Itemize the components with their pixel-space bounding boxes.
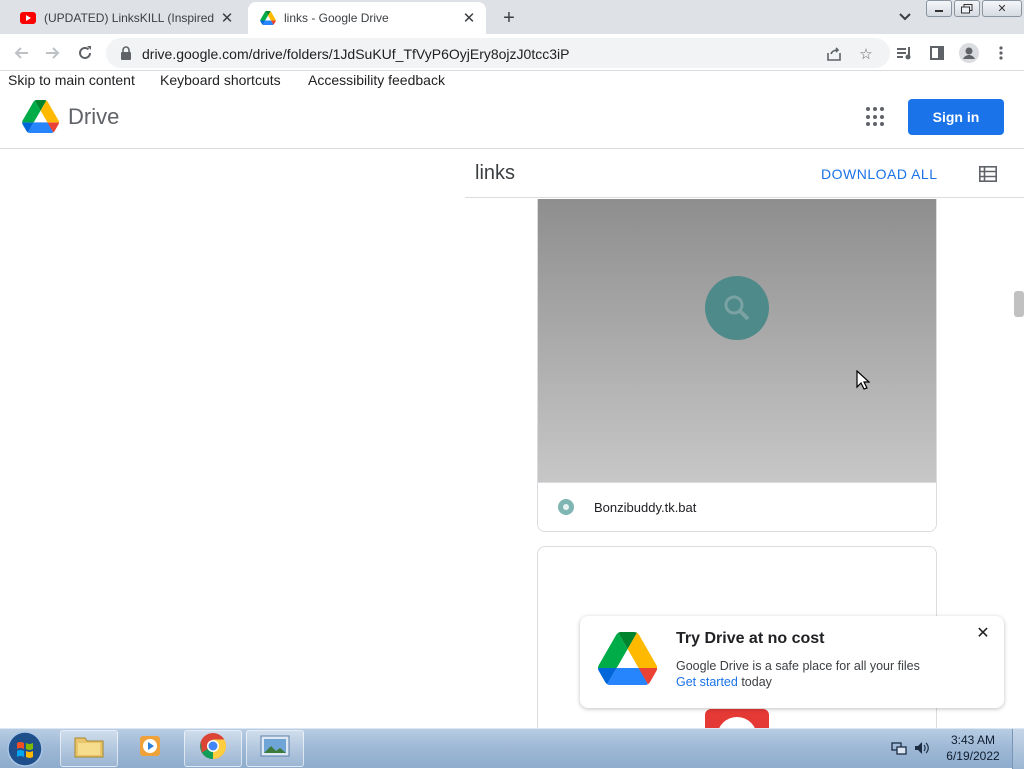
media-control-icon[interactable]: [894, 42, 916, 64]
reload-icon[interactable]: [72, 40, 98, 66]
bookmark-star-icon[interactable]: ☆: [856, 44, 876, 64]
list-view-icon[interactable]: [979, 166, 997, 182]
google-drive-logo: [598, 632, 658, 690]
promo-text: Google Drive is a safe place for all you…: [676, 659, 920, 673]
tab-search-chevron-icon[interactable]: [894, 8, 916, 26]
side-panel-icon[interactable]: [926, 42, 948, 64]
accessibility-feedback-link[interactable]: Accessibility feedback: [308, 72, 445, 88]
windows-taskbar: 3:43 AM 6/19/2022: [0, 728, 1024, 769]
search-icon: [705, 276, 769, 340]
skip-to-main-link[interactable]: Skip to main content: [8, 72, 135, 88]
profile-avatar-icon[interactable]: [958, 42, 980, 64]
file-name-row[interactable]: Bonzibuddy.tk.bat: [538, 482, 936, 531]
media-player-taskbar-button[interactable]: [122, 730, 180, 767]
back-arrow-icon[interactable]: [8, 40, 34, 66]
browser-toolbar: drive.google.com/drive/folders/1JdSuKUf_…: [0, 34, 1024, 71]
network-icon[interactable]: [891, 741, 907, 755]
chrome-menu-icon[interactable]: [990, 42, 1012, 64]
window-controls: ✕: [926, 0, 1024, 18]
file-name[interactable]: Bonzibuddy.tk.bat: [594, 500, 696, 515]
clock-time: 3:43 AM: [950, 733, 996, 747]
image-viewer-taskbar-button[interactable]: [246, 730, 304, 767]
folder-icon: [74, 734, 104, 763]
tab-youtube[interactable]: (UPDATED) LinksKILL (Inspired By ✕: [8, 2, 244, 34]
close-tab-icon[interactable]: ✕: [216, 7, 238, 29]
scrollbar-thumb[interactable]: [1014, 291, 1024, 317]
tab-title: (UPDATED) LinksKILL (Inspired By: [44, 11, 216, 25]
keyboard-shortcuts-link[interactable]: Keyboard shortcuts: [160, 72, 281, 88]
file-type-icon: [558, 499, 574, 515]
folder-title: links: [475, 162, 516, 184]
clock-date: 6/19/2022: [946, 749, 1000, 763]
close-window-icon[interactable]: ✕: [982, 0, 1022, 17]
new-tab-button[interactable]: +: [496, 6, 522, 30]
tab-google-drive[interactable]: links - Google Drive ✕: [248, 2, 486, 34]
media-player-icon: [138, 733, 164, 764]
photo-viewer-icon: [260, 734, 290, 763]
product-name[interactable]: Drive: [68, 104, 119, 130]
system-clock[interactable]: 3:43 AM 6/19/2022: [942, 732, 1004, 764]
close-icon[interactable]: ✕: [974, 624, 992, 642]
share-icon[interactable]: [824, 44, 844, 64]
show-desktop-button[interactable]: [1012, 729, 1024, 769]
download-all-button[interactable]: DOWNLOAD ALL: [821, 166, 937, 182]
promo-body: Google Drive is a safe place for all you…: [676, 658, 976, 690]
try-drive-promo: Try Drive at no cost Google Drive is a s…: [580, 616, 1004, 708]
google-apps-icon[interactable]: [866, 107, 886, 127]
start-button[interactable]: [4, 730, 46, 768]
youtube-icon: [20, 10, 36, 26]
chrome-taskbar-button[interactable]: [184, 730, 242, 767]
tab-title: links - Google Drive: [284, 11, 389, 25]
google-drive-logo[interactable]: [22, 100, 60, 138]
mouse-cursor-icon: [856, 369, 871, 395]
file-card[interactable]: Bonzibuddy.tk.bat: [537, 199, 937, 532]
google-drive-icon: [260, 10, 276, 26]
sign-in-button[interactable]: Sign in: [908, 99, 1004, 135]
address-bar[interactable]: drive.google.com/drive/folders/1JdSuKUf_…: [106, 38, 890, 68]
volume-icon[interactable]: [914, 741, 930, 755]
restore-icon[interactable]: [954, 0, 980, 17]
url-text[interactable]: drive.google.com/drive/folders/1JdSuKUf_…: [142, 46, 569, 62]
forward-arrow-icon[interactable]: [40, 40, 66, 66]
folder-toolbar: links DOWNLOAD ALL: [465, 150, 1024, 198]
chrome-icon: [199, 732, 227, 765]
file-thumbnail[interactable]: [538, 199, 936, 482]
lock-icon[interactable]: [120, 46, 132, 65]
minimize-icon[interactable]: [926, 0, 952, 17]
promo-text-tail: today: [737, 675, 772, 689]
close-tab-icon[interactable]: ✕: [458, 7, 480, 29]
promo-title: Try Drive at no cost: [676, 630, 825, 647]
get-started-link[interactable]: Get started: [676, 675, 738, 689]
drive-header: Drive Sign in: [0, 89, 1024, 149]
tab-strip: (UPDATED) LinksKILL (Inspired By ✕ links…: [0, 0, 1024, 34]
explorer-taskbar-button[interactable]: [60, 730, 118, 767]
